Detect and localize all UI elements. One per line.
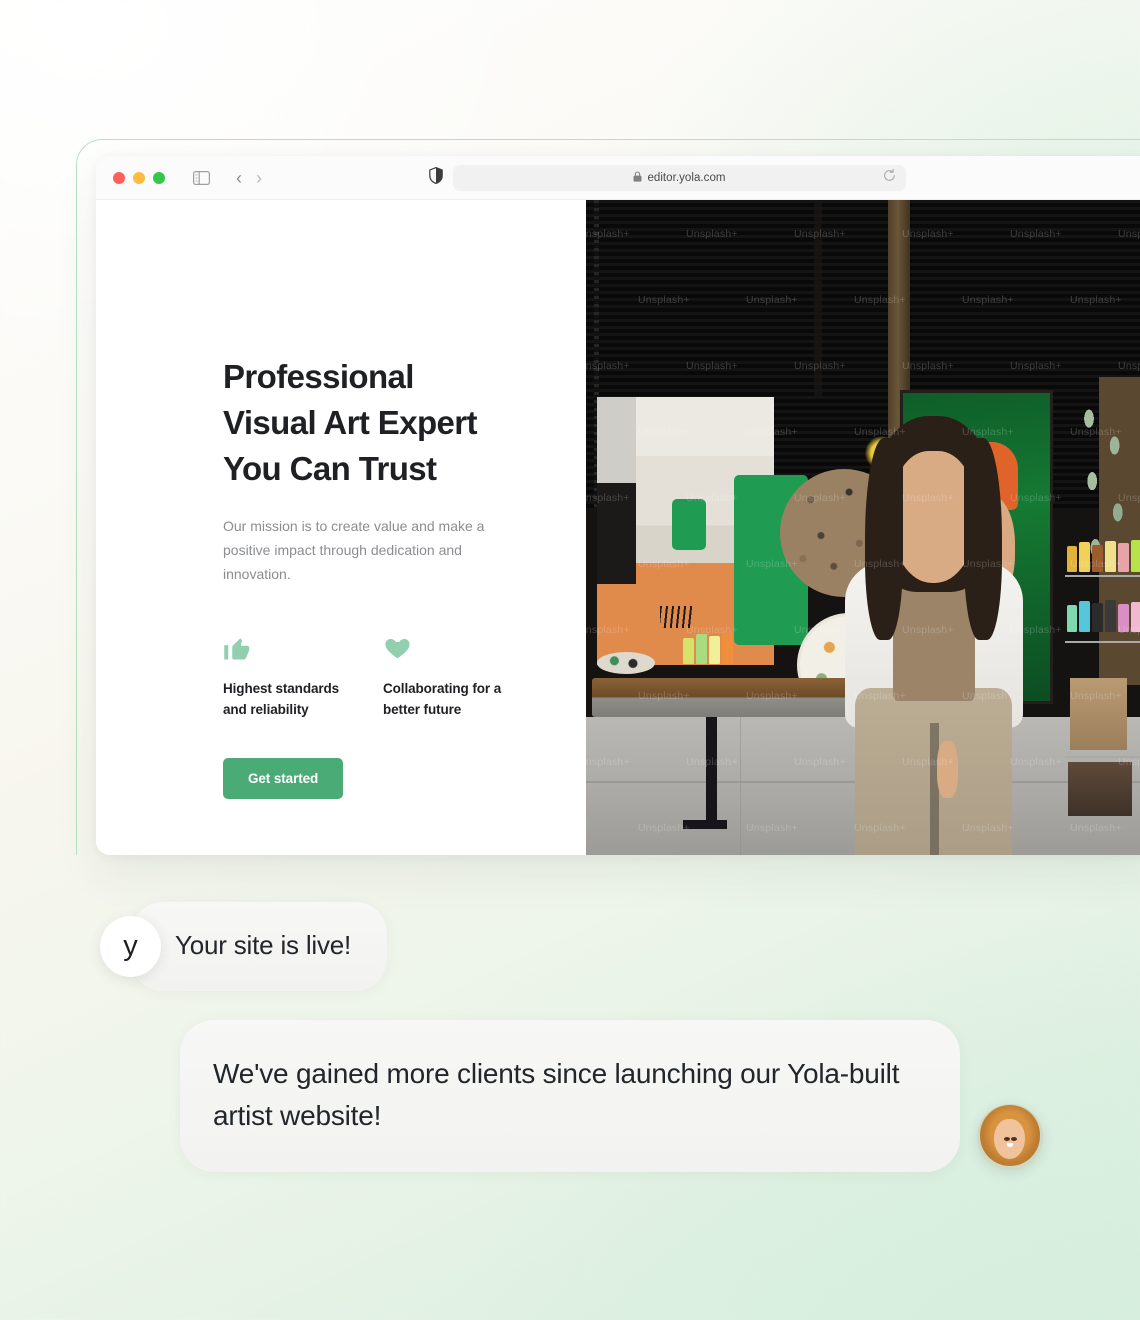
chat-row-system: y Your site is live! [100,902,388,991]
chat-message-text: We've gained more clients since launchin… [213,1058,900,1131]
chat-bubble-testimonial: We've gained more clients since launchin… [180,1020,960,1172]
back-button[interactable]: ‹ [236,169,242,187]
url-text: editor.yola.com [647,171,726,184]
avatar-smile [1006,1143,1013,1147]
photo-beam-secondary [814,200,822,397]
address-bar[interactable]: editor.yola.com [453,164,906,191]
hero-copy: Professional Visual Art Expert You Can T… [223,354,533,799]
headline-line-2: Visual Art Expert [223,404,478,441]
hero-subcopy: Our mission is to create value and make … [223,518,485,582]
feature-list: Highest standards and reliability Collab… [223,628,533,720]
heart-icon [383,628,523,662]
feature-label: Collaborating for a better future [383,681,502,717]
photo-paint-palette [597,651,656,674]
studio-photo: Unsplash+Unsplash+Unsplash+Unsplash+Unsp… [586,200,1140,855]
chat-row-testimonial: We've gained more clients since launchin… [180,1020,1043,1172]
chat-bubble-status: Your site is live! [131,902,388,991]
photo-table-leg [705,717,717,829]
chat-message-text: Your site is live! [175,930,352,960]
browser-window: ‹ › editor.yola.com Professional Visual … [96,156,1140,855]
photo-basket [1068,762,1133,817]
website-preview: Professional Visual Art Expert You Can T… [96,200,1140,855]
page-title: Professional Visual Art Expert You Can T… [223,354,533,492]
minimize-window-button[interactable] [133,171,145,184]
maximize-window-button[interactable] [153,171,165,184]
headline-line-1: Professional [223,358,414,395]
headline-line-3: You Can Trust [223,450,437,487]
feature-item: Collaborating for a better future [383,628,523,720]
photo-artist [844,416,1023,855]
lock-icon [633,169,642,187]
browser-toolbar: ‹ › editor.yola.com [96,156,1140,200]
photo-cardboard-box [1070,677,1127,750]
get-started-button[interactable]: Get started [223,758,344,799]
photo-table-foot [682,819,727,829]
photo-artist-pant-gap [930,723,939,855]
close-window-button[interactable] [113,171,125,184]
photo-artist-hair-right [964,438,1003,640]
avatar-eye-left [1004,1136,1011,1141]
photo-artist-hair-left [865,438,903,640]
feature-label: Highest standards and reliability [223,681,340,717]
reload-icon[interactable] [883,168,896,187]
privacy-shield-icon[interactable] [429,166,443,189]
forward-button[interactable]: › [256,169,262,187]
navigation-arrows[interactable]: ‹ › [236,169,262,187]
yola-logo-letter: y [123,929,138,962]
hero-text-column: Professional Visual Art Expert You Can T… [96,200,586,855]
photo-paintbrushes [660,606,695,629]
photo-paint-bottles [682,632,735,665]
sidebar-toggle-icon[interactable] [193,170,210,185]
thumbs-up-icon [223,628,363,662]
testimonial-avatar [977,1104,1043,1170]
hero-image: Unsplash+Unsplash+Unsplash+Unsplash+Unsp… [586,200,1140,855]
yola-logo-avatar: y [100,916,161,977]
feature-item: Highest standards and reliability [223,628,363,720]
window-traffic-lights[interactable] [113,171,165,184]
avatar-eye-right [1011,1136,1018,1141]
photo-paint-rack [1064,521,1140,822]
photo-floor-seam [739,717,742,855]
photo-artist-top [892,578,975,702]
photo-artist-hand [937,740,958,798]
